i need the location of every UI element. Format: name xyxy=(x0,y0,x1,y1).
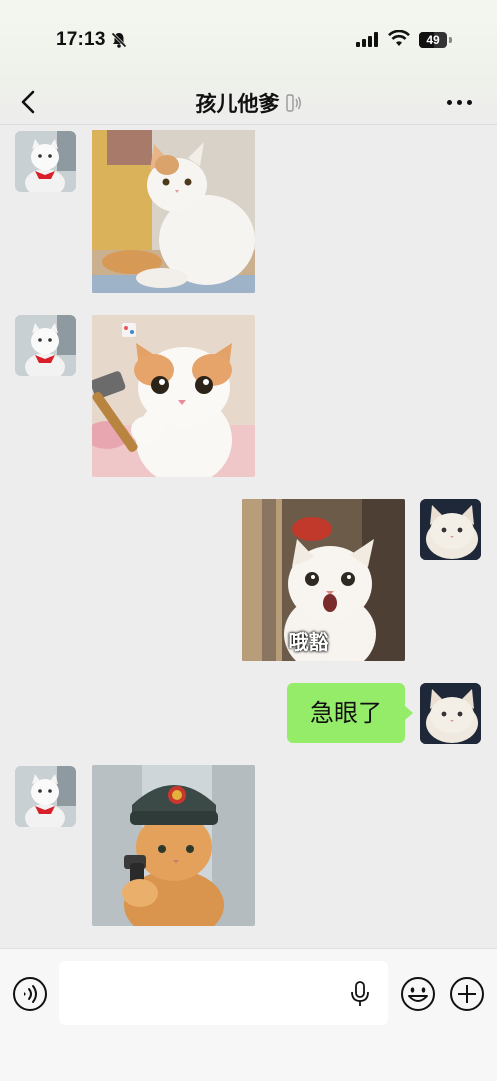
contact-avatar[interactable] xyxy=(15,315,76,376)
bubble-tail xyxy=(405,706,413,720)
input-bar xyxy=(0,948,497,1081)
chat-messages[interactable]: . 哦豁 急眼了 xyxy=(0,124,497,948)
message-bubble-outgoing[interactable]: 急眼了 xyxy=(287,683,405,743)
status-bar: 17:13 49 xyxy=(0,0,497,80)
contact-avatar[interactable] xyxy=(15,766,76,827)
sticker-caption: 哦豁 xyxy=(288,630,329,654)
battery-tip xyxy=(449,37,452,43)
microphone-icon[interactable] xyxy=(350,981,370,1007)
cellular-signal-icon xyxy=(356,32,378,47)
contact-avatar[interactable] xyxy=(15,131,76,192)
chat-title: 孩儿他爹 xyxy=(0,88,497,118)
bell-off-icon xyxy=(111,32,127,48)
sticker-cat-with-pistol[interactable] xyxy=(92,765,255,926)
status-time: 17:13 xyxy=(56,29,106,50)
chat-title-text: 孩儿他爹 xyxy=(195,92,280,116)
more-options-icon[interactable] xyxy=(447,92,475,112)
battery-icon: 49 xyxy=(419,32,447,48)
battery-level: 49 xyxy=(426,33,440,47)
sticker-white-cat-sitting[interactable] xyxy=(92,130,255,293)
plus-icon[interactable] xyxy=(449,976,485,1012)
my-avatar[interactable] xyxy=(420,499,481,560)
my-avatar[interactable] xyxy=(420,683,481,744)
speaker-earpiece-icon xyxy=(285,94,301,112)
wifi-icon xyxy=(388,30,410,46)
nav-bar: 孩儿他爹 xyxy=(0,80,497,125)
emoji-icon[interactable] xyxy=(400,976,436,1012)
voice-mode-icon[interactable] xyxy=(12,976,48,1012)
sticker-surprised-cat[interactable]: . 哦豁 xyxy=(242,499,405,661)
message-input[interactable] xyxy=(59,961,388,1025)
sticker-cat-with-hammer[interactable] xyxy=(92,315,255,477)
